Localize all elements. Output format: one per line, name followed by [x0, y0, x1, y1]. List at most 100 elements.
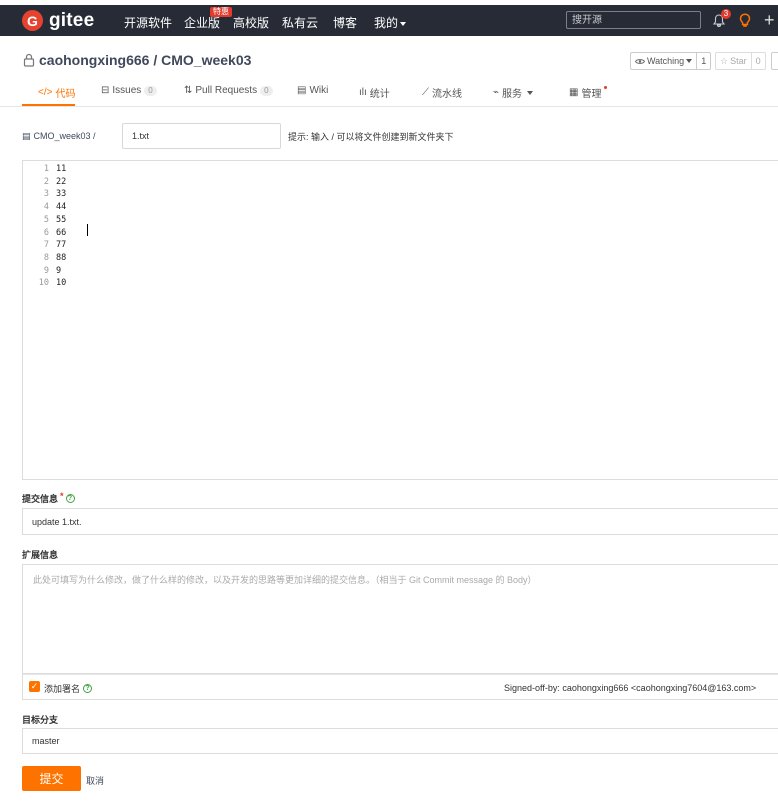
- lightbulb-icon[interactable]: [739, 13, 751, 29]
- line-content[interactable]: 77: [56, 239, 66, 252]
- tab-code-label: 代码: [55, 89, 76, 100]
- path-hint: 提示: 输入 / 可以将文件创建到新文件夹下: [288, 132, 454, 142]
- tab-pipeline[interactable]: ⟋ 流水线: [422, 85, 462, 100]
- text-cursor: [87, 224, 88, 236]
- top-navbar: G gitee 开源软件 企业版 特惠 高校版 私有云 博客 我的 3 +: [0, 5, 778, 36]
- code-line[interactable]: 10 10: [23, 277, 67, 290]
- code-line[interactable]: 1 11: [23, 163, 66, 176]
- commit-message-label: 提交信息 * ?: [22, 490, 75, 505]
- chevron-down-icon: [400, 21, 407, 26]
- fork-button[interactable]: [771, 52, 778, 70]
- target-branch-label: 目标分支: [22, 715, 59, 725]
- code-icon: </>: [38, 87, 53, 98]
- line-number: 5: [43, 214, 49, 225]
- help-icon[interactable]: ?: [65, 494, 75, 503]
- nav-private-cloud[interactable]: 私有云: [282, 14, 318, 31]
- code-line[interactable]: 99: [23, 265, 61, 278]
- code-line[interactable]: 7 77: [23, 239, 66, 252]
- tab-wiki[interactable]: ▤ Wiki: [297, 85, 328, 96]
- line-number: 9: [43, 265, 49, 276]
- required-mark: *: [60, 490, 64, 501]
- star-count[interactable]: 0: [750, 53, 765, 69]
- tab-manage[interactable]: ▦ 管理: [569, 85, 608, 100]
- watch-button[interactable]: Watching 1: [630, 52, 712, 70]
- tab-manage-label: 管理: [581, 89, 602, 100]
- nav-university[interactable]: 高校版: [233, 14, 269, 31]
- line-number: 8: [43, 252, 49, 263]
- issues-count: 0: [144, 85, 157, 96]
- breadcrumb[interactable]: ▤ CMO_week03 /: [22, 131, 96, 142]
- tab-pull-requests[interactable]: ⇅ Pull Requests 0: [184, 85, 273, 96]
- signed-off-by-text: Signed-off-by: caohongxing666 <caohongxi…: [504, 683, 757, 693]
- gitee-logo[interactable]: G gitee: [22, 9, 94, 32]
- wiki-icon: ▤: [297, 85, 307, 96]
- tab-services[interactable]: ⌁ 服务: [493, 85, 534, 100]
- line-content[interactable]: 88: [56, 252, 66, 265]
- enterprise-promo-badge: 特惠: [210, 7, 232, 17]
- line-number: 1: [43, 164, 49, 174]
- search-input[interactable]: [566, 11, 701, 29]
- code-line[interactable]: 2 22: [23, 176, 66, 189]
- star-button[interactable]: ☆ Star 0: [715, 52, 766, 70]
- issues-icon: ⊟: [101, 85, 110, 96]
- pull-requests-count: 0: [260, 85, 273, 96]
- gitee-logo-icon: G: [22, 10, 43, 31]
- tab-stats-label: 统计: [369, 89, 390, 100]
- code-line[interactable]: 4 44: [23, 201, 66, 214]
- add-signoff-label[interactable]: 添加署名?: [44, 682, 93, 695]
- line-content[interactable]: 22: [56, 176, 66, 189]
- target-branch-input[interactable]: [22, 728, 778, 754]
- line-number: 2: [43, 176, 49, 187]
- tab-code[interactable]: </> 代码: [38, 85, 75, 100]
- commit-message-input[interactable]: [22, 508, 778, 535]
- eye-icon: [635, 58, 645, 64]
- tab-wiki-label: Wiki: [309, 85, 329, 96]
- lock-icon: [23, 53, 35, 67]
- line-content[interactable]: 44: [56, 201, 66, 214]
- nav-mine-dropdown[interactable]: 我的: [374, 14, 407, 31]
- chevron-down-icon: [527, 90, 534, 95]
- line-number: 6: [43, 227, 49, 238]
- watch-count[interactable]: 1: [696, 53, 710, 69]
- nav-open-source[interactable]: 开源软件: [124, 14, 172, 31]
- breadcrumb-repo[interactable]: CMO_week03 /: [34, 131, 96, 141]
- code-editor[interactable]: 1 11 2 22 3 33 4 44 5 55 6 66 7 77 8 88 9 9 10 10: [22, 160, 778, 480]
- filename-input[interactable]: [122, 123, 281, 149]
- stats-icon: ılı: [359, 87, 367, 98]
- tab-pull-requests-label: Pull Requests: [195, 85, 258, 96]
- nav-blog[interactable]: 博客: [333, 14, 357, 31]
- tab-issues-label: Issues: [112, 85, 142, 96]
- help-icon[interactable]: ?: [83, 684, 93, 693]
- line-content[interactable]: 66: [56, 227, 66, 240]
- repo-header: caohongxing666 / CMO_week03: [23, 52, 251, 68]
- cancel-link[interactable]: 取消: [86, 774, 104, 787]
- nav-mine-label: 我的: [374, 16, 399, 30]
- add-signoff-checkbox[interactable]: ✓: [29, 681, 40, 692]
- code-line[interactable]: 6 66: [23, 227, 66, 240]
- line-content[interactable]: 55: [56, 214, 66, 227]
- tab-stats[interactable]: ılı 统计: [359, 85, 390, 100]
- code-line[interactable]: 5 55: [23, 214, 66, 227]
- code-line[interactable]: 3 33: [23, 188, 66, 201]
- tab-services-label: 服务: [502, 89, 523, 100]
- code-line[interactable]: 8 88: [23, 252, 66, 265]
- manage-icon: ▦: [569, 87, 579, 98]
- star-label: Star: [730, 56, 747, 66]
- extended-info-textarea[interactable]: [22, 564, 778, 674]
- tab-pipeline-label: 流水线: [432, 89, 462, 100]
- line-number: 3: [43, 189, 49, 200]
- repo-tabs: </> 代码 ⊟ Issues 0 ⇅ Pull Requests 0 ▤ Wiki ılı…: [0, 80, 778, 107]
- watch-label: Watching: [647, 56, 685, 66]
- chevron-down-icon: [686, 59, 693, 63]
- submit-button[interactable]: 提交: [22, 766, 81, 791]
- line-content[interactable]: 9: [56, 265, 61, 278]
- add-signoff-label-text: 添加署名: [44, 684, 81, 694]
- line-content[interactable]: 33: [56, 188, 66, 201]
- plus-icon[interactable]: +: [764, 10, 775, 30]
- line-content[interactable]: 11: [56, 163, 66, 176]
- line-content[interactable]: 10: [56, 277, 66, 290]
- service-icon: ⌁: [493, 87, 500, 98]
- line-number: 4: [43, 202, 49, 213]
- tab-issues[interactable]: ⊟ Issues 0: [101, 85, 157, 96]
- repo-title[interactable]: caohongxing666 / CMO_week03: [39, 52, 251, 68]
